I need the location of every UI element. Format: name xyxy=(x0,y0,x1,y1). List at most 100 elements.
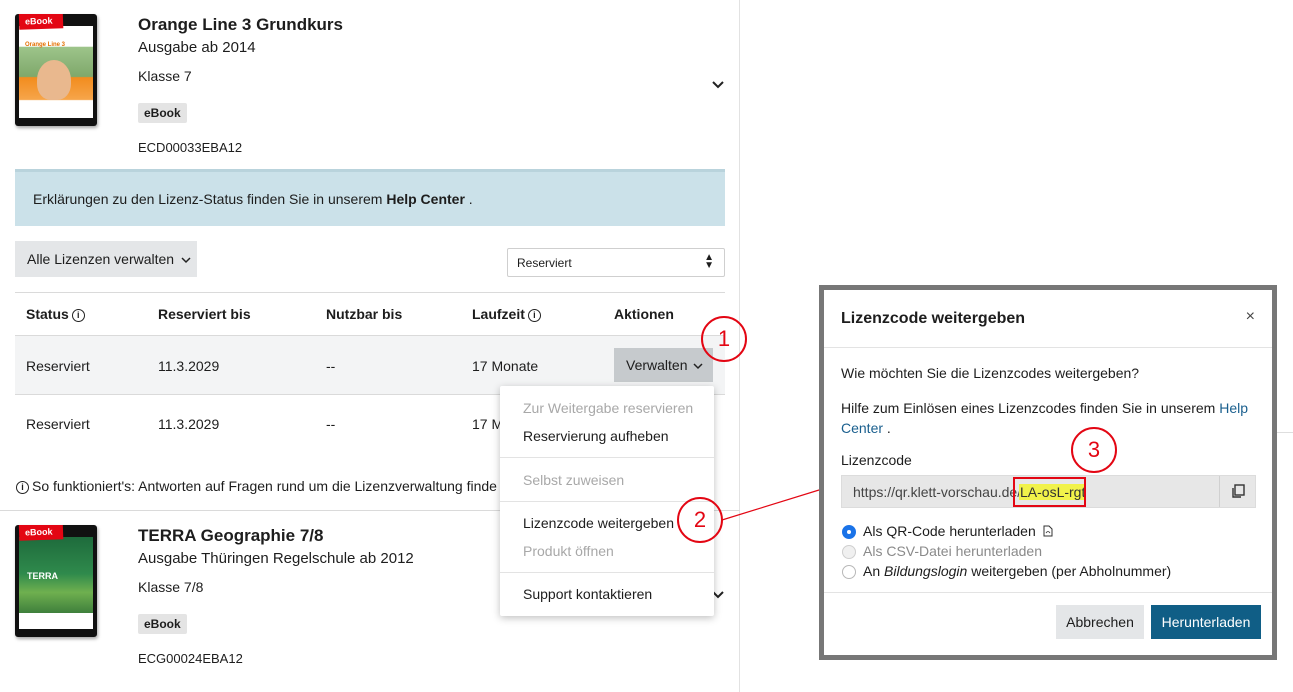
share-license-code-dialog: Lizenzcode weitergeben × Wie möchten Sie… xyxy=(824,290,1272,655)
help-suffix: . xyxy=(883,420,891,436)
option-qr-code: Als QR-Code herunterladen xyxy=(863,523,1053,539)
menu-divider xyxy=(500,457,714,458)
product-cover-orange-line[interactable]: Orange Line 3 eBook xyxy=(15,14,97,126)
product-title: TERRA Geographie 7/8 xyxy=(138,526,324,545)
filter-select-value: Reserviert xyxy=(517,256,572,270)
chevron-down-icon xyxy=(693,363,703,370)
license-status-info-box: Erklärungen zu den Lizenz-Status finden … xyxy=(15,169,725,226)
menu-item-open-product: Produkt öffnen xyxy=(523,543,614,559)
radio-qr-code[interactable] xyxy=(842,525,856,539)
cancel-button[interactable]: Abbrechen xyxy=(1056,605,1144,639)
help-center-link-part2[interactable]: Center xyxy=(841,420,883,436)
chevron-down-icon xyxy=(181,257,191,264)
download-button[interactable]: Herunterladen xyxy=(1151,605,1261,639)
copy-button[interactable] xyxy=(1219,476,1255,507)
info-box-suffix: . xyxy=(464,191,473,207)
row-status: Reserviert xyxy=(26,416,90,432)
product-edition: Ausgabe Thüringen Regelschule ab 2012 xyxy=(138,550,414,567)
product-badge: eBook xyxy=(138,103,187,123)
menu-item-assign-self: Selbst zuweisen xyxy=(523,472,625,488)
help-center-link-part1[interactable]: Help xyxy=(1219,400,1248,416)
option-qr-code-label: Als QR-Code herunterladen xyxy=(863,523,1036,539)
menu-item-contact-support[interactable]: Support kontaktieren xyxy=(523,586,652,602)
cover-photo-person xyxy=(37,60,71,100)
cover-title: Orange Line 3 xyxy=(25,42,66,48)
option-bl-post: weitergeben (per Abholnummer) xyxy=(967,563,1172,579)
row-usable-until: -- xyxy=(326,416,336,432)
product-class: Klasse 7 xyxy=(138,68,192,84)
help-text: Hilfe zum Einlösen eines Lizenzcodes fin… xyxy=(841,400,1220,416)
select-arrows-icon: ▲ ▼ xyxy=(704,252,714,271)
info-box-text: Erklärungen zu den Lizenz-Status finden … xyxy=(33,191,387,207)
info-icon: i xyxy=(16,481,29,494)
annotation-step-3: 3 xyxy=(1071,427,1117,473)
header-status-label: Status xyxy=(26,306,69,322)
row-status: Reserviert xyxy=(26,358,90,374)
close-icon[interactable]: × xyxy=(1246,308,1255,326)
option-csv-label: Als CSV-Datei herunterladen xyxy=(863,543,1042,559)
howto-text[interactable]: So funktioniert's: Antworten auf Fragen … xyxy=(32,478,497,494)
annotation-highlight-box xyxy=(1013,477,1086,507)
option-bildungslogin: An Bildungslogin weitergeben (per Abholn… xyxy=(863,563,1171,579)
license-code-field[interactable]: https://qr.klett-vorschau.de/ LA-osL-rgt xyxy=(841,475,1256,508)
license-status-filter-select[interactable]: Reserviert ▲ ▼ xyxy=(507,248,725,277)
info-icon[interactable]: i xyxy=(71,309,85,322)
cover-title: TERRA xyxy=(27,571,58,581)
header-usable-until: Nutzbar bis xyxy=(326,306,403,322)
annotation-step-1: 1 xyxy=(701,316,747,362)
info-icon[interactable]: i xyxy=(527,309,541,322)
product-code: ECD00033EBA12 xyxy=(138,140,243,155)
menu-divider xyxy=(500,501,714,502)
license-code-prefix: https://qr.klett-vorschau.de/ xyxy=(853,484,1022,500)
annotation-step-2: 2 xyxy=(677,497,723,543)
header-actions: Aktionen xyxy=(614,306,674,322)
cover-ebook-tag: eBook xyxy=(18,525,63,541)
option-bl-em: Bildungslogin xyxy=(884,563,968,579)
dialog-footer-divider xyxy=(824,592,1272,593)
menu-item-reserve-for-sharing: Zur Weitergabe reservieren xyxy=(523,400,694,416)
radio-csv xyxy=(842,545,856,559)
product-code: ECG00024EBA12 xyxy=(138,651,243,666)
row-reserved-until: 11.3.2029 xyxy=(158,416,220,432)
row-duration: 17 Monate xyxy=(472,358,539,374)
menu-item-cancel-reservation[interactable]: Reservierung aufheben xyxy=(523,428,669,444)
cover-ebook-tag: eBook xyxy=(18,14,63,30)
product-edition: Ausgabe ab 2014 xyxy=(138,39,256,56)
radio-bildungslogin[interactable] xyxy=(842,565,856,579)
license-actions-menu: Zur Weitergabe reservieren Reservierung … xyxy=(500,386,714,616)
pdf-file-icon xyxy=(1043,525,1053,537)
row-reserved-until: 11.3.2029 xyxy=(158,358,220,374)
header-status: Status i xyxy=(26,306,85,322)
cover-bottom-band xyxy=(19,613,93,629)
cover-image: TERRA xyxy=(19,537,93,629)
help-center-link[interactable]: Help Center xyxy=(386,191,465,207)
chevron-down-icon[interactable] xyxy=(711,80,725,90)
share-license-code-dialog-frame: Lizenzcode weitergeben × Wie möchten Sie… xyxy=(819,285,1277,660)
header-duration-label: Laufzeit xyxy=(472,306,525,322)
row-usable-until: -- xyxy=(326,358,336,374)
license-list-panel: Orange Line 3 eBook Orange Line 3 Grundk… xyxy=(0,0,740,692)
dialog-header: Lizenzcode weitergeben × xyxy=(824,290,1272,348)
license-code-label: Lizenzcode xyxy=(841,452,912,468)
header-duration: Laufzeit i xyxy=(472,306,541,322)
menu-divider xyxy=(500,572,714,573)
howto-line: i So funktioniert's: Antworten auf Fragen… xyxy=(16,478,497,494)
dialog-title: Lizenzcode weitergeben xyxy=(841,310,1026,327)
dialog-help-text: Hilfe zum Einlösen eines Lizenzcodes fin… xyxy=(841,398,1251,438)
option-bl-pre: An xyxy=(863,563,885,579)
header-reserved-until: Reserviert bis xyxy=(158,306,251,322)
product-class: Klasse 7/8 xyxy=(138,579,204,595)
product-badge: eBook xyxy=(138,614,187,634)
dialog-question: Wie möchten Sie die Lizenzcodes weiterge… xyxy=(841,365,1140,381)
menu-item-share-license-code[interactable]: Lizenzcode weitergeben xyxy=(523,515,674,531)
manage-all-licenses-button[interactable]: Alle Lizenzen verwalten xyxy=(15,241,197,277)
manage-license-label: Verwalten xyxy=(626,357,688,373)
table-top-divider xyxy=(15,292,725,293)
product-cover-terra[interactable]: TERRA eBook xyxy=(15,525,97,637)
row-duration: 17 M xyxy=(472,416,504,432)
copy-icon xyxy=(1232,484,1245,498)
product-title: Orange Line 3 Grundkurs xyxy=(138,15,343,34)
manage-license-button[interactable]: Verwalten xyxy=(614,348,713,382)
cover-image: Orange Line 3 xyxy=(19,26,93,118)
manage-all-label: Alle Lizenzen verwalten xyxy=(27,251,175,267)
